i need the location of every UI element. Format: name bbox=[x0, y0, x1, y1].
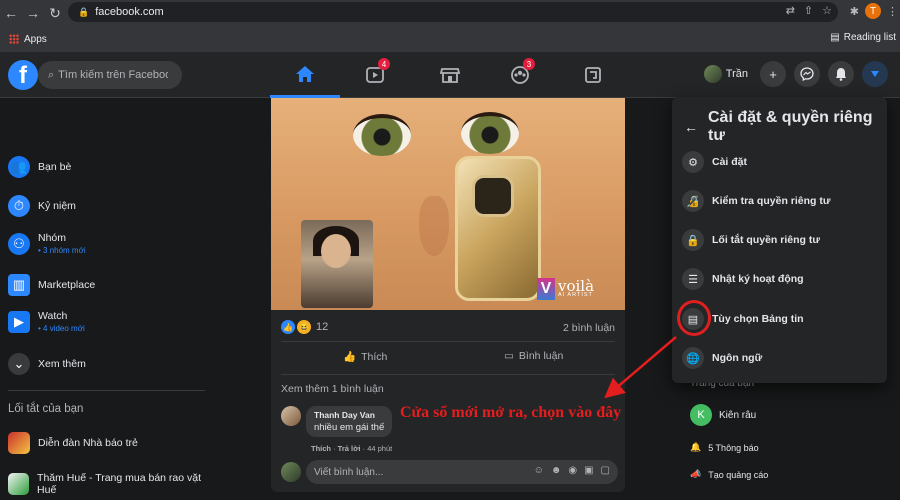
annotation-text: Cửa sổ mới mở ra, chọn vào đây bbox=[400, 404, 622, 421]
annotation-arrow bbox=[604, 336, 677, 399]
annotation-arrow-line bbox=[604, 336, 677, 399]
